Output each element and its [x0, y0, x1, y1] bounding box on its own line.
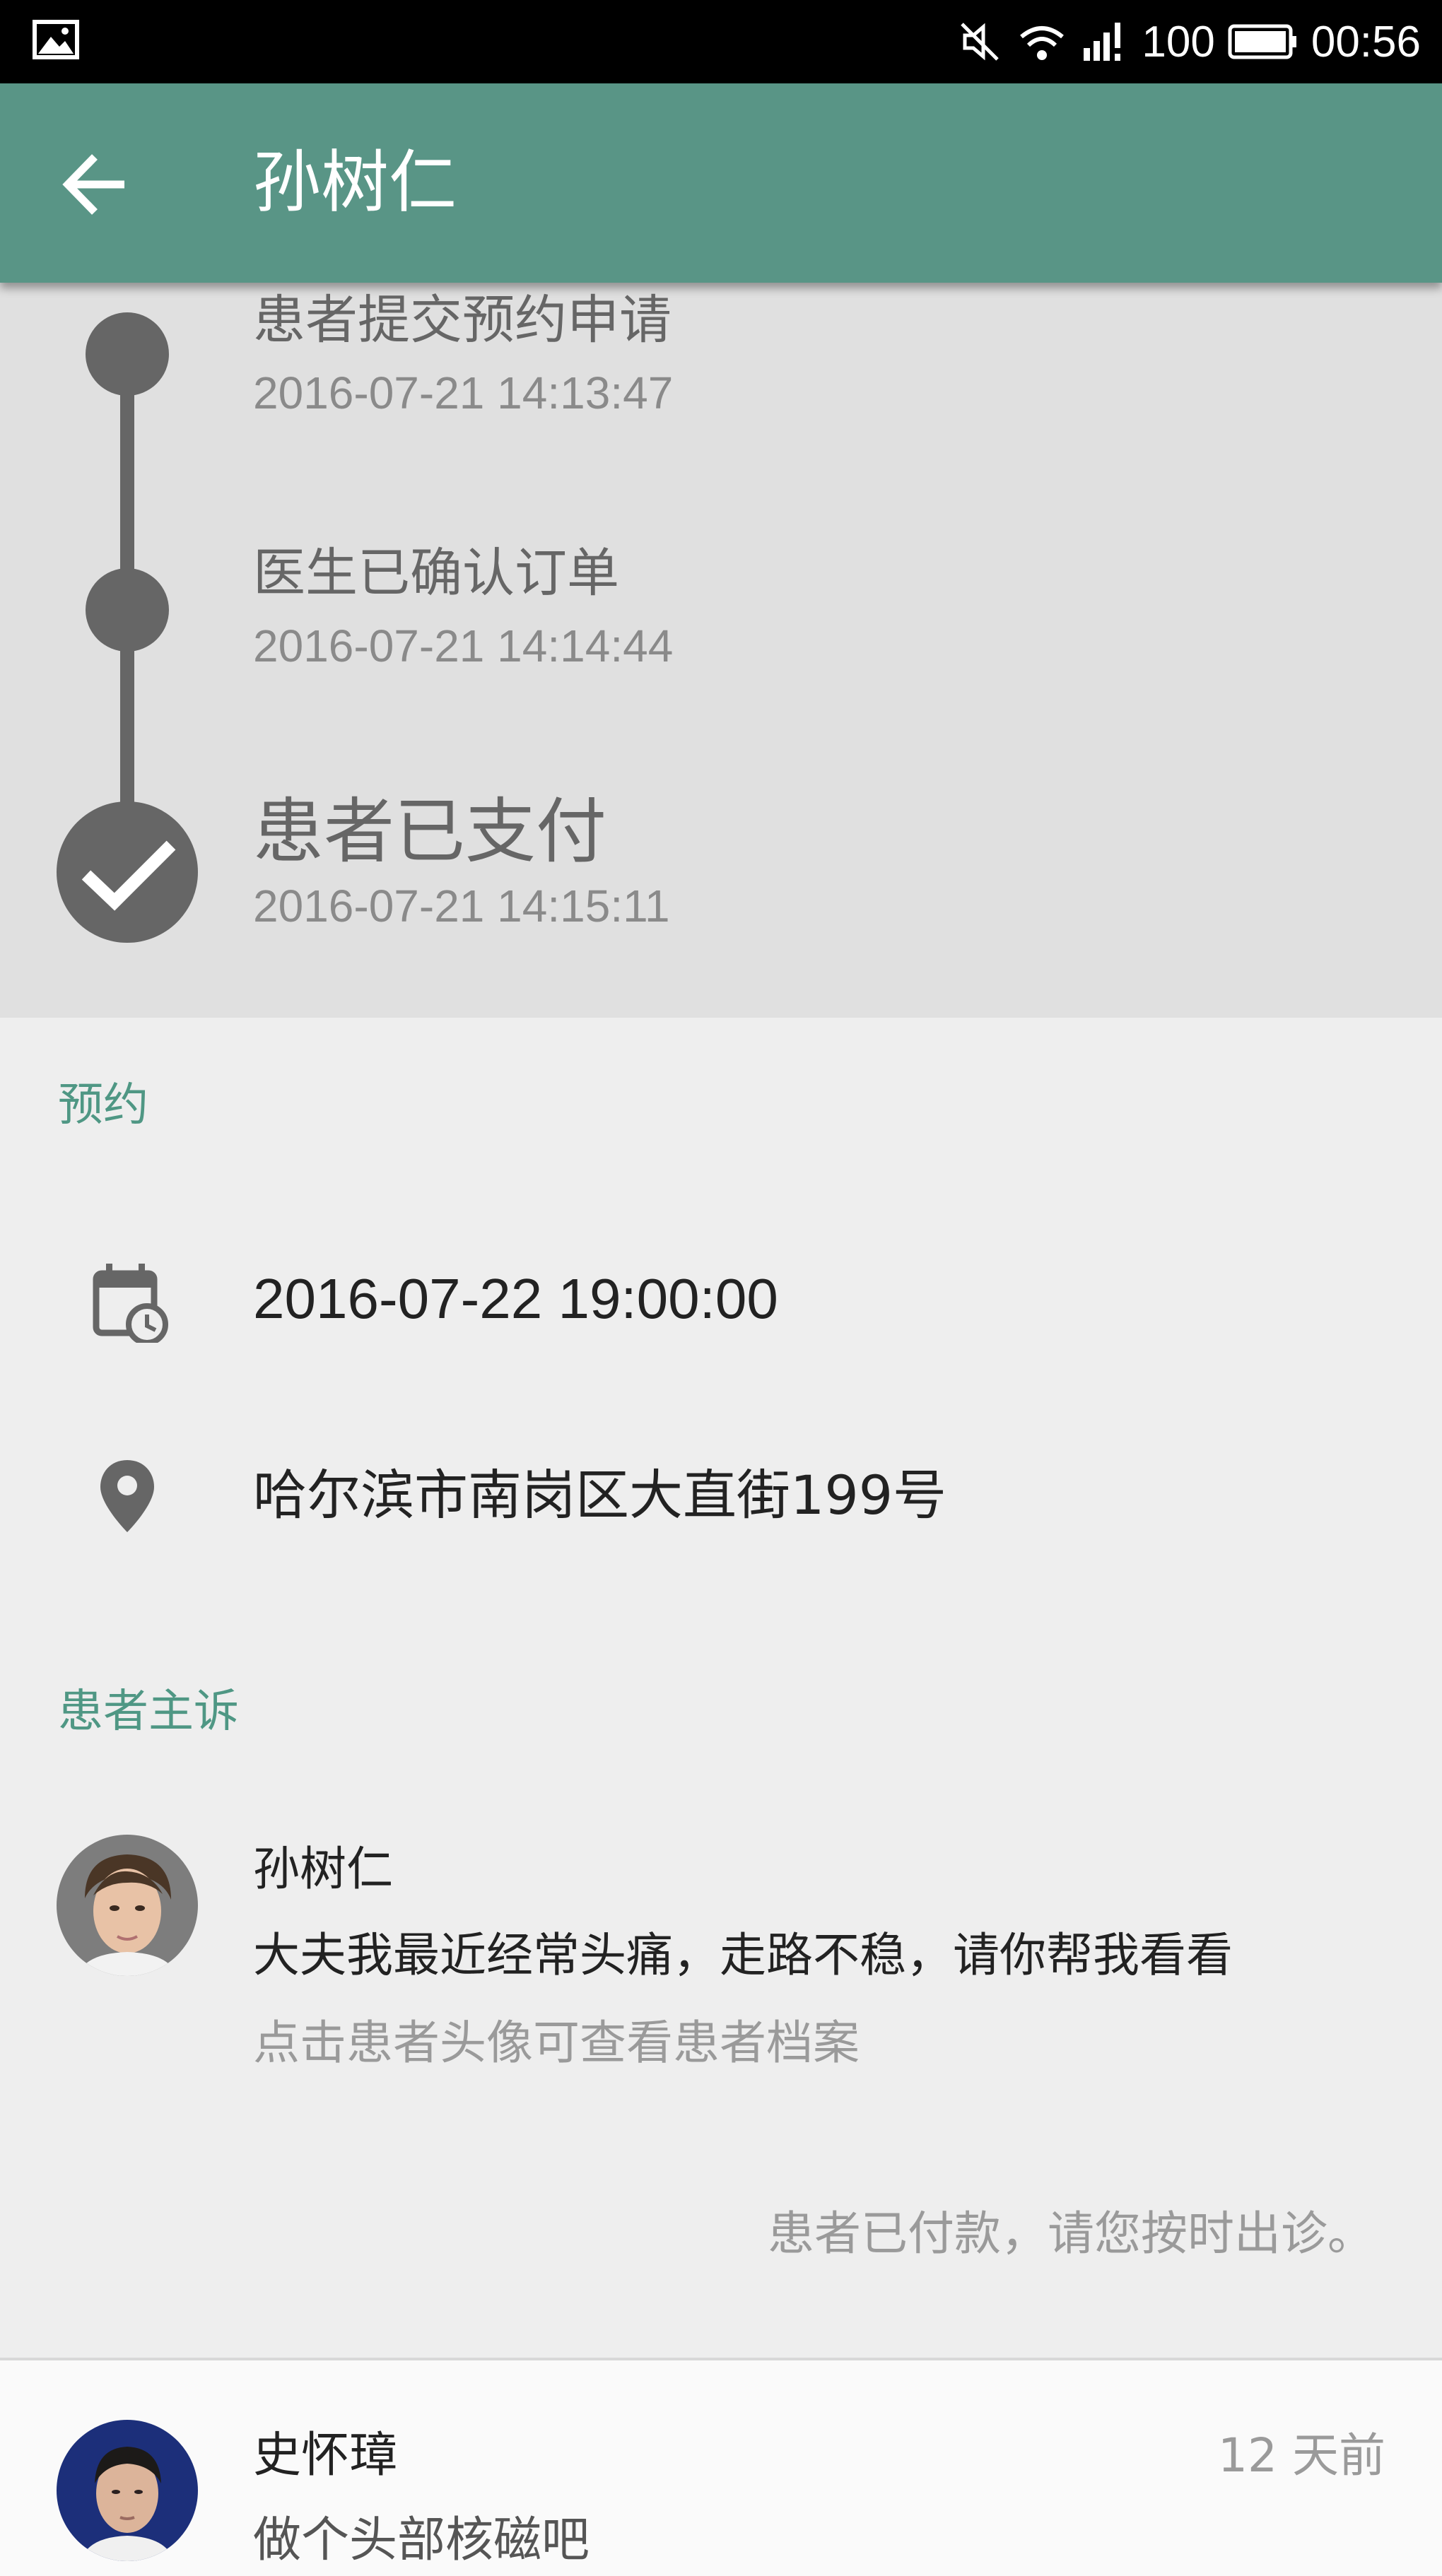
- calendar-clock-icon: [93, 1264, 168, 1343]
- timeline-step-time: 2016-07-21 14:14:44: [253, 621, 674, 671]
- complaint-section-label: 患者主诉: [58, 1686, 239, 1738]
- app-toolbar: 孙树仁: [0, 83, 1442, 283]
- appointment-address: 哈尔滨市南岗区大直街199号: [253, 1464, 947, 1527]
- payment-status-note: 患者已付款，请您按时出诊。: [768, 2206, 1374, 2261]
- order-timeline: 患者提交预约申请 2016-07-21 14:13:47 医生已确认订单 201…: [0, 283, 1442, 1018]
- appointment-section-label: 预约: [58, 1079, 148, 1131]
- timeline-step-title: 患者提交预约申请: [253, 290, 672, 351]
- check-icon: [81, 840, 176, 911]
- signal-icon: [1084, 23, 1121, 61]
- avatar-hint: 点击患者头像可查看患者档案: [253, 2016, 860, 2070]
- appointment-datetime: 2016-07-22 19:00:00: [253, 1267, 778, 1330]
- gallery-notification-icon: [33, 20, 79, 59]
- message-text: 做个头部核磁吧: [253, 2512, 590, 2568]
- timeline-step-title: 医生已确认订单: [253, 543, 619, 604]
- status-bar: 100 00:56: [0, 0, 1442, 83]
- message-time: 12 天前: [1218, 2428, 1385, 2483]
- complaint-message: 大夫我最近经常头痛，走路不稳，请你帮我看看: [253, 1928, 1233, 1982]
- patient-avatar[interactable]: [57, 1835, 198, 1976]
- timeline-step-time: 2016-07-21 14:15:11: [253, 881, 670, 931]
- wifi-icon: [1020, 26, 1065, 60]
- timeline-step-dot: [86, 312, 169, 396]
- battery-icon: [1228, 24, 1296, 59]
- back-arrow-icon[interactable]: [57, 146, 134, 223]
- doctor-avatar[interactable]: [57, 2420, 198, 2561]
- timeline-step-time: 2016-07-21 14:13:47: [253, 367, 674, 418]
- battery-level: 100: [1142, 17, 1215, 66]
- mute-icon: [961, 23, 1000, 61]
- location-pin-icon: [100, 1460, 154, 1532]
- timeline-step-title: 患者已支付: [253, 790, 606, 873]
- timeline-step-current: [57, 801, 198, 943]
- message-sender: 史怀璋: [253, 2428, 398, 2483]
- clock: 00:56: [1311, 17, 1421, 66]
- page-title: 孙树仁: [253, 143, 457, 222]
- patient-name: 孙树仁: [253, 1842, 393, 1896]
- timeline-step-dot: [86, 568, 169, 652]
- doctor-message-item[interactable]: 史怀璋 12 天前 做个头部核磁吧: [0, 2358, 1442, 2576]
